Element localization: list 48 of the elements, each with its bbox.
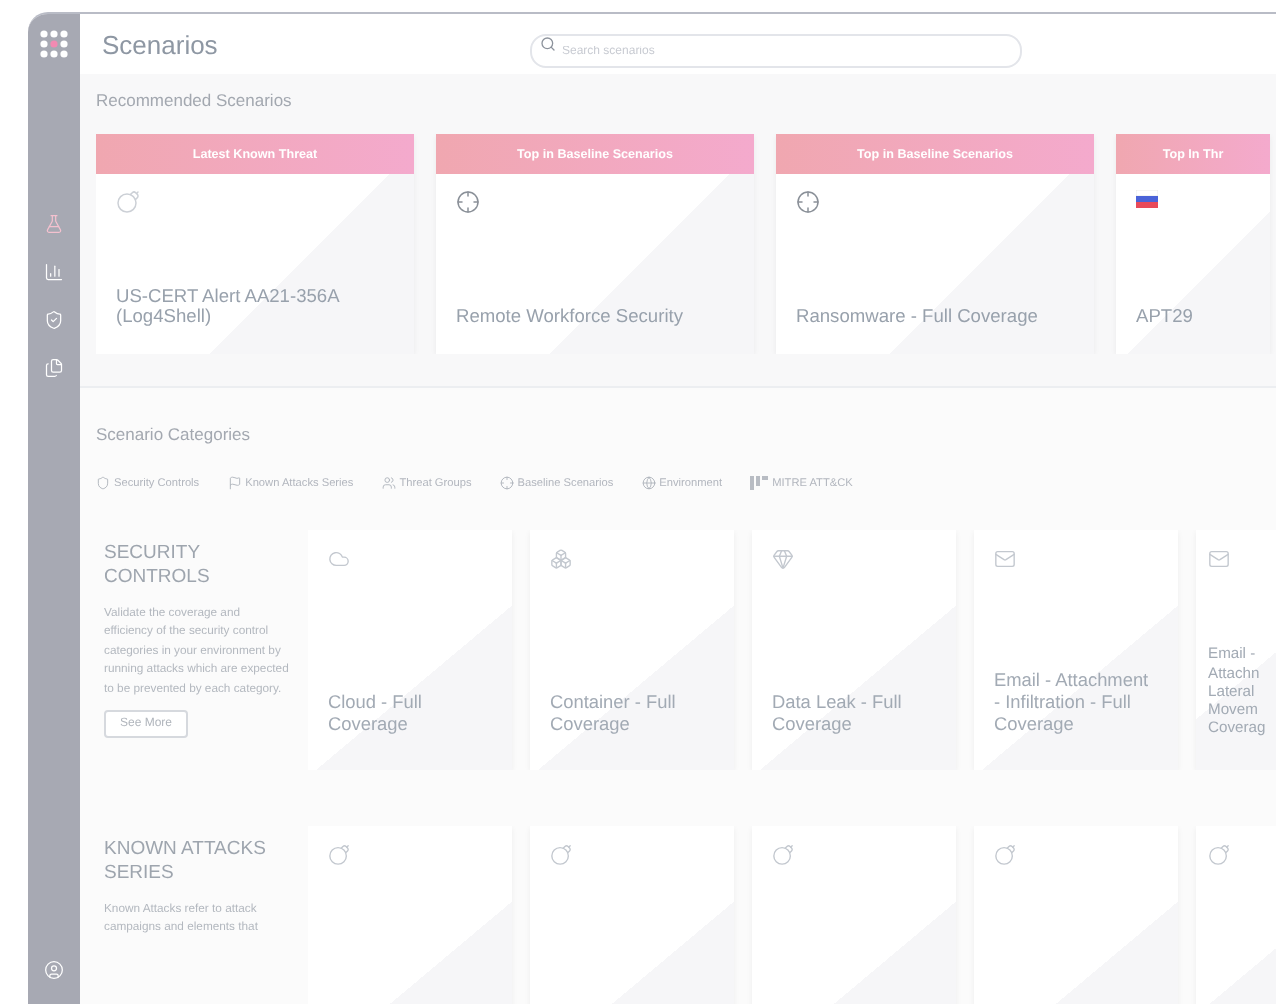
mail-icon — [994, 548, 1016, 570]
app-grid-icon[interactable] — [40, 30, 68, 58]
scenario-card[interactable] — [974, 826, 1178, 1004]
shield-check-icon[interactable] — [44, 310, 64, 330]
flag-icon — [227, 476, 242, 490]
scenario-card[interactable] — [308, 826, 512, 1004]
page-title: Scenarios — [102, 29, 220, 59]
flag-icon — [1136, 190, 1158, 208]
scenario-card[interactable] — [752, 826, 956, 1004]
scenario-card[interactable] — [530, 826, 734, 1004]
bomb-icon — [116, 190, 140, 214]
mail-icon — [1208, 548, 1230, 570]
card-title: Container - Full Coverage — [550, 691, 678, 738]
cloud-icon — [328, 548, 350, 570]
scenario-card[interactable]: Cloud - Full Coverage — [308, 530, 512, 770]
category-title: SECURITY CONTROLS — [104, 542, 212, 590]
user-icon[interactable] — [44, 960, 64, 980]
card-title: APT29 — [1136, 306, 1195, 330]
scenario-card[interactable]: Container - Full Coverage — [530, 530, 734, 770]
mitre-icon — [750, 476, 769, 490]
card-title: Data Leak - Full Coverage — [772, 691, 904, 738]
card-title: Email - Attachment - Infiltration - Full Coverage — [994, 669, 1151, 738]
scenario-card[interactable]: Data Leak - Full Coverage — [752, 530, 956, 770]
users-icon — [381, 476, 396, 490]
files-icon[interactable] — [44, 358, 64, 378]
scenario-card[interactable]: Email - Attachment - Infiltration - Full Coverage — [974, 530, 1178, 770]
bar-chart-icon[interactable] — [44, 262, 64, 282]
card-title: Ransomware - Full Coverage — [796, 306, 1040, 330]
card-title: US-CERT Alert AA21-356A (Log4Shell) — [116, 286, 342, 330]
crosshair-icon — [796, 190, 820, 214]
bomb-icon — [550, 844, 572, 866]
bomb-icon — [328, 844, 350, 866]
shield-icon — [96, 476, 110, 490]
bomb-icon — [1208, 844, 1230, 866]
bomb-icon — [994, 844, 1016, 866]
globe-icon — [641, 476, 656, 490]
category-title: KNOWN ATTACKS SERIES — [104, 838, 268, 886]
flask-icon[interactable] — [44, 214, 64, 234]
boxes-icon — [550, 548, 572, 570]
search-icon — [540, 36, 556, 52]
card-title: Remote Workforce Security — [456, 306, 685, 330]
section-title: Scenario Categories — [96, 422, 253, 448]
gem-icon — [772, 548, 794, 570]
card-title: Cloud - Full Coverage — [328, 691, 424, 738]
crosshair-icon — [456, 190, 480, 214]
crosshair-icon — [499, 476, 514, 490]
section-title: Recommended Scenarios — [96, 88, 294, 114]
bomb-icon — [772, 844, 794, 866]
